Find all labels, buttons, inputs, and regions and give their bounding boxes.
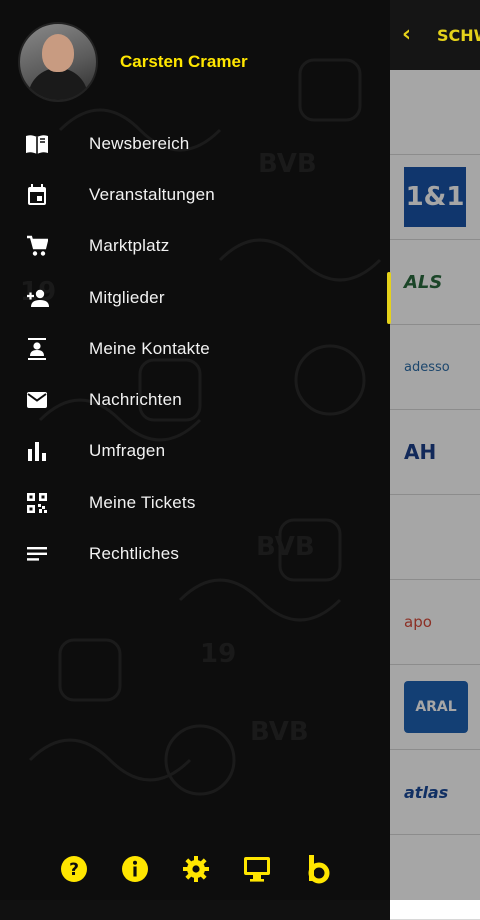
svg-text:BVB: BVB <box>256 532 315 562</box>
avatar[interactable] <box>18 22 98 102</box>
menu-item-label: Newsbereich <box>89 133 190 153</box>
help-icon: ? <box>60 855 88 887</box>
contacts-icon <box>24 336 50 362</box>
menu-item-umfragen[interactable]: Umfragen <box>24 426 215 477</box>
drawer-bottom-bar: ? <box>0 848 390 894</box>
menu-item-meine-tickets[interactable]: Meine Tickets <box>24 477 215 528</box>
scrim-overlay[interactable] <box>390 70 480 900</box>
bar-chart-icon <box>24 438 50 464</box>
menu-item-label: Marktplatz <box>89 236 170 256</box>
menu-item-label: Rechtliches <box>89 544 180 564</box>
svg-text:BVB: BVB <box>258 149 317 179</box>
info-button[interactable] <box>115 848 155 894</box>
add-person-icon <box>24 285 50 311</box>
monitor-icon <box>242 855 272 887</box>
menu-item-nachrichten[interactable]: Nachrichten <box>24 374 215 425</box>
menu-item-mitglieder[interactable]: Mitglieder <box>24 272 215 323</box>
menu-item-newsbereich[interactable]: Newsbereich <box>24 118 215 169</box>
navigation-drawer: BVB BVB BVB 19 19 Carsten Cramer Newsber… <box>0 0 390 900</box>
svg-text:?: ? <box>69 860 79 880</box>
help-button[interactable]: ? <box>54 848 94 894</box>
svg-text:19: 19 <box>200 639 236 669</box>
menu-item-veranstaltungen[interactable]: Veranstaltungen <box>24 169 215 220</box>
menu-item-label: Meine Kontakte <box>89 338 210 358</box>
avatar-body <box>28 68 88 100</box>
profile-name: Carsten Cramer <box>120 52 248 71</box>
svg-text:BVB: BVB <box>250 717 309 747</box>
menu-item-label: Meine Tickets <box>89 492 196 512</box>
drawer-menu: Newsbereich Veranstaltungen Marktplatz M… <box>24 118 215 580</box>
menu-item-meine-kontakte[interactable]: Meine Kontakte <box>24 323 215 374</box>
settings-icon <box>182 855 210 887</box>
display-button[interactable] <box>237 848 277 894</box>
qr-code-icon <box>24 490 50 516</box>
back-chevron-icon[interactable]: ‹ <box>402 22 411 47</box>
cart-icon <box>24 233 50 259</box>
notes-icon <box>24 541 50 567</box>
menu-item-label: Mitglieder <box>89 287 165 307</box>
mail-icon <box>24 387 50 413</box>
info-icon <box>121 855 149 887</box>
avatar-head <box>42 34 74 72</box>
brand-button[interactable] <box>298 848 338 894</box>
menu-item-rechtliches[interactable]: Rechtliches <box>24 528 215 579</box>
brand-b-icon <box>304 854 332 888</box>
settings-button[interactable] <box>176 848 216 894</box>
menu-item-label: Veranstaltungen <box>89 184 215 204</box>
menu-item-label: Nachrichten <box>89 390 182 410</box>
menu-item-marktplatz[interactable]: Marktplatz <box>24 221 215 272</box>
profile-header[interactable]: Carsten Cramer <box>18 22 248 102</box>
menu-item-label: Umfragen <box>89 441 166 461</box>
book-icon <box>24 131 50 157</box>
scroll-indicator <box>387 272 391 324</box>
calendar-icon <box>24 182 50 208</box>
page-title: SCHW <box>437 26 480 45</box>
